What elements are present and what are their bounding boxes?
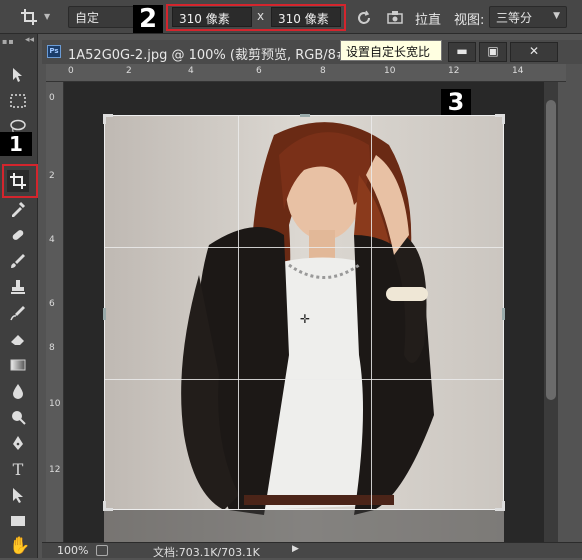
thirds-grid-line bbox=[105, 379, 503, 380]
restore-button[interactable]: ▣ bbox=[479, 42, 507, 62]
clone-stamp-icon bbox=[11, 280, 25, 294]
zoom-export-icon[interactable] bbox=[96, 545, 108, 556]
scrollbar-thumb[interactable] bbox=[546, 100, 556, 400]
crop-edge-handle[interactable] bbox=[502, 308, 505, 320]
ruler-h-label: 10 bbox=[384, 66, 396, 76]
crop-corner-handle[interactable] bbox=[495, 114, 505, 124]
ruler-h-label: 2 bbox=[126, 66, 132, 76]
crop-tool-preset-icon[interactable] bbox=[20, 8, 40, 26]
view-label: 视图: bbox=[454, 13, 485, 28]
ruler-h-label: 0 bbox=[68, 66, 74, 76]
move-tool[interactable] bbox=[7, 64, 29, 86]
crop-corner-handle[interactable] bbox=[495, 501, 505, 511]
rectangle-shape-icon bbox=[11, 516, 25, 526]
crop-center-crosshair-icon: ✛ bbox=[300, 312, 311, 326]
eraser-tool[interactable] bbox=[7, 328, 29, 350]
dodge-icon bbox=[12, 411, 26, 425]
vertical-ruler: 0 2 4 6 8 10 12 bbox=[46, 82, 64, 542]
shape-tool[interactable] bbox=[7, 510, 29, 532]
move-icon bbox=[13, 68, 22, 82]
view-overlay-select[interactable]: 三等分 ▼ bbox=[489, 6, 567, 28]
zoom-level[interactable]: 100% bbox=[57, 544, 88, 557]
ruler-h-label: 8 bbox=[320, 66, 326, 76]
ruler-h-label: 14 bbox=[512, 66, 524, 76]
ruler-h-label: 4 bbox=[188, 66, 194, 76]
hand-icon[interactable]: ✋ bbox=[9, 536, 30, 556]
eraser-icon bbox=[11, 335, 24, 345]
ruler-v-label: 6 bbox=[49, 299, 55, 309]
chevron-down-icon[interactable]: ▼ bbox=[44, 12, 50, 21]
type-tool[interactable]: T bbox=[7, 458, 29, 480]
clone-stamp-tool[interactable] bbox=[7, 276, 29, 298]
chevron-down-icon: ▼ bbox=[553, 11, 560, 21]
status-bar bbox=[42, 542, 582, 558]
step-marker-1: 1 bbox=[0, 132, 32, 156]
path-selection-tool[interactable] bbox=[7, 484, 29, 506]
crop-corner-handle[interactable] bbox=[103, 501, 113, 511]
gradient-tool[interactable] bbox=[7, 354, 29, 376]
type-icon: T bbox=[12, 459, 24, 479]
size-fields-highlight bbox=[166, 4, 346, 31]
thirds-grid-line bbox=[371, 116, 372, 509]
ruler-h-label: 12 bbox=[448, 66, 460, 76]
path-selection-icon bbox=[13, 488, 23, 503]
crop-corner-handle[interactable] bbox=[103, 114, 113, 124]
ruler-v-label: 0 bbox=[49, 93, 55, 103]
crop-tool-highlight bbox=[2, 164, 38, 198]
healing-brush-icon bbox=[12, 230, 24, 240]
gradient-icon bbox=[10, 359, 26, 371]
thirds-grid-line bbox=[238, 116, 239, 509]
step-marker-3: 3 bbox=[441, 89, 471, 115]
minimize-button[interactable]: ▬ bbox=[448, 42, 476, 62]
ruler-v-label: 10 bbox=[49, 399, 61, 409]
ruler-v-label: 8 bbox=[49, 343, 55, 353]
document-title: 1A52G0G-2.jpg @ 100% (裁剪预览, RGB/8#) bbox=[68, 48, 352, 63]
history-brush-tool[interactable] bbox=[7, 302, 29, 324]
brush-icon bbox=[11, 254, 25, 268]
ruler-v-label: 4 bbox=[49, 235, 55, 245]
view-select-value: 三等分 bbox=[496, 11, 533, 25]
crop-edge-handle[interactable] bbox=[300, 114, 310, 117]
horizontal-ruler: 0 2 4 6 8 10 12 14 bbox=[46, 64, 566, 82]
eyedropper-icon bbox=[12, 201, 26, 217]
blur-tool[interactable] bbox=[7, 380, 29, 402]
blur-icon bbox=[13, 384, 23, 399]
ruler-h-label: 6 bbox=[256, 66, 262, 76]
straighten-icon[interactable] bbox=[386, 9, 404, 25]
straighten-button[interactable]: 拉直 bbox=[415, 9, 441, 28]
step-marker-2: 2 bbox=[133, 5, 163, 33]
pen-tool[interactable] bbox=[7, 432, 29, 454]
status-menu-arrow-icon[interactable]: ▶ bbox=[292, 544, 299, 554]
collapse-icon[interactable]: ◂◂ bbox=[25, 35, 34, 45]
marquee-icon bbox=[10, 94, 26, 108]
brush-tool[interactable] bbox=[7, 250, 29, 272]
eyedropper-tool[interactable] bbox=[7, 198, 29, 220]
tooltip: 设置自定长宽比 bbox=[340, 40, 442, 61]
dodge-tool[interactable] bbox=[7, 406, 29, 428]
close-button[interactable]: ✕ bbox=[510, 42, 558, 62]
panel-grip[interactable]: ▪▪ bbox=[2, 37, 15, 46]
swap-dimensions-icon[interactable] bbox=[355, 9, 373, 27]
ruler-v-label: 2 bbox=[49, 171, 55, 181]
preset-select-value: 自定 bbox=[75, 11, 100, 25]
ps-file-icon: Ps bbox=[47, 45, 61, 58]
healing-brush-tool[interactable] bbox=[7, 224, 29, 246]
thirds-grid-line bbox=[105, 247, 503, 248]
crop-edge-handle[interactable] bbox=[103, 308, 106, 320]
pen-icon bbox=[13, 436, 23, 450]
marquee-tool[interactable] bbox=[7, 90, 29, 112]
history-brush-icon bbox=[10, 306, 25, 321]
tools-panel: ▪▪ ◂◂ T bbox=[0, 34, 38, 558]
ruler-v-label: 12 bbox=[49, 465, 61, 475]
